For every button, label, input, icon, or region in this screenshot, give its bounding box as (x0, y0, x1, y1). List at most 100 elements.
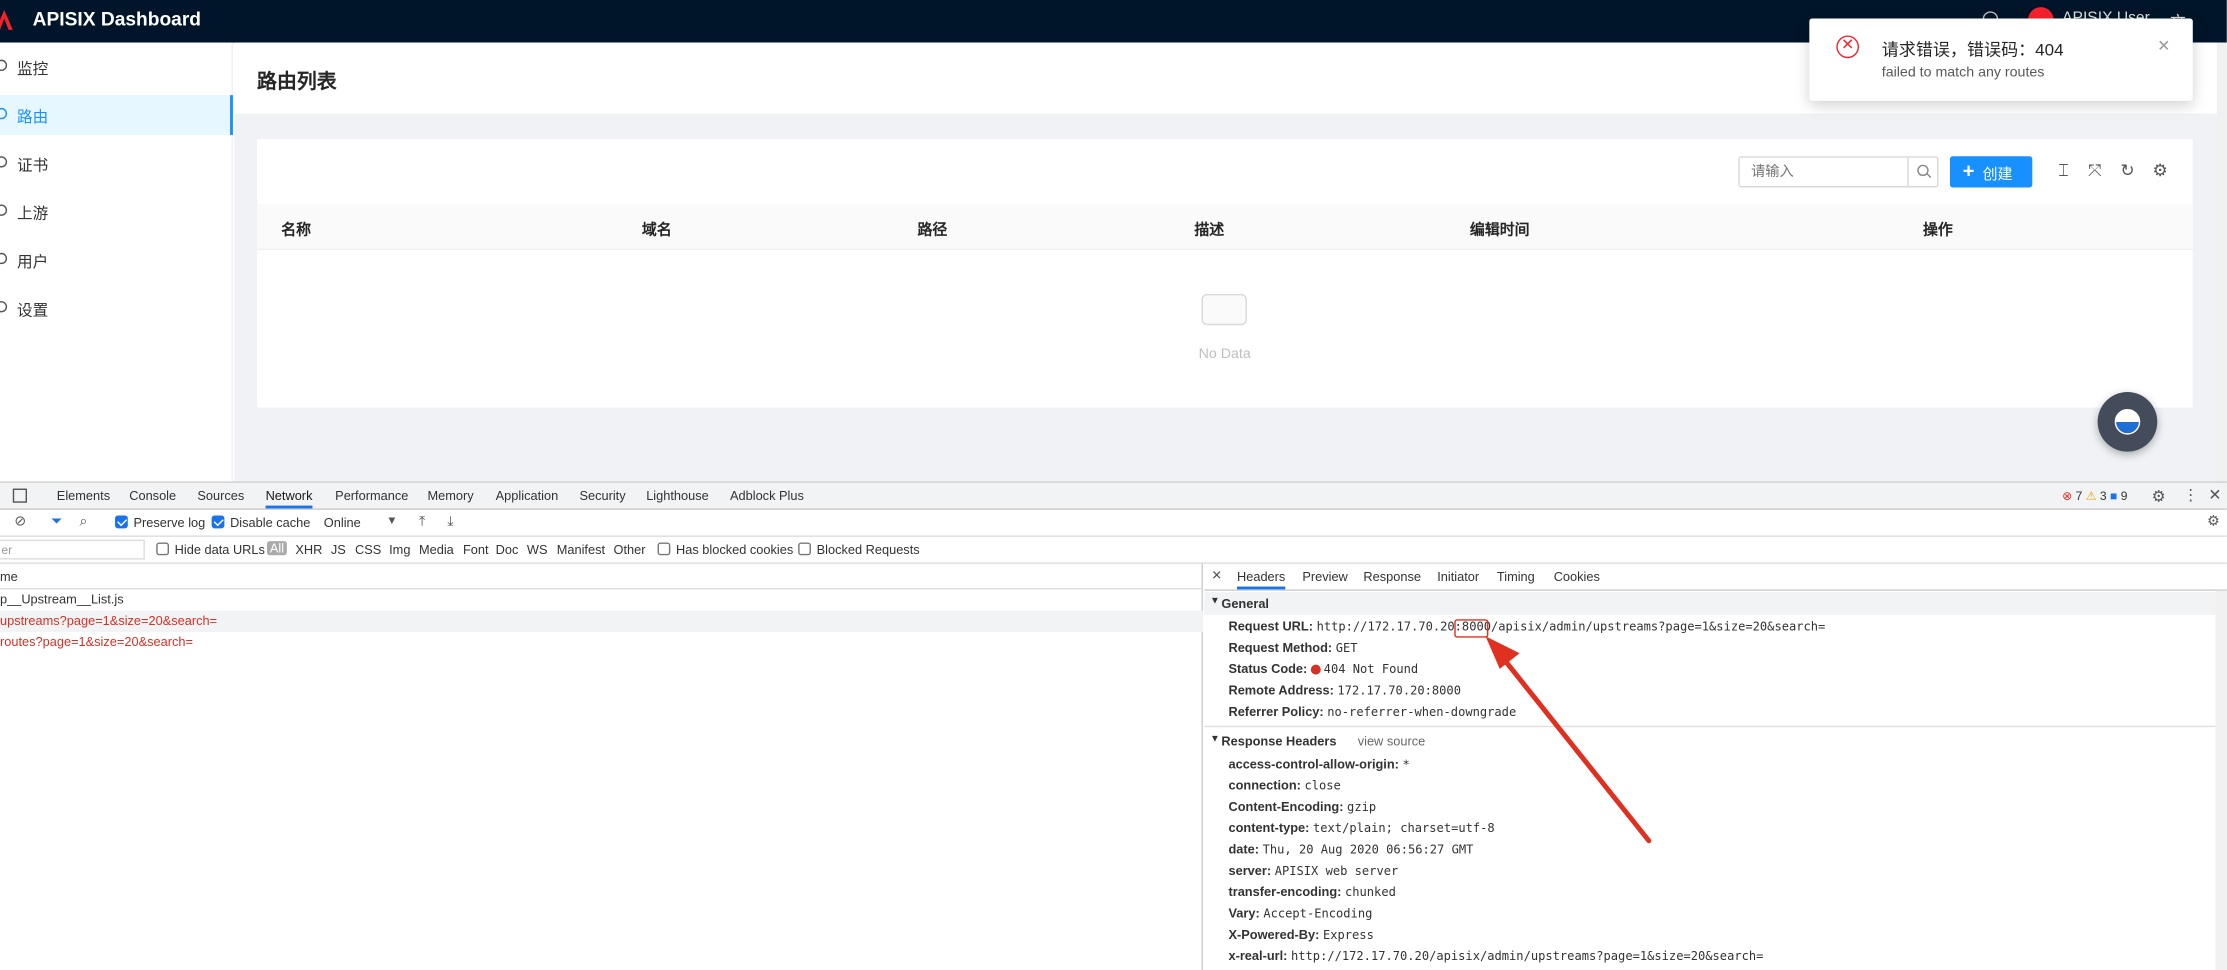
empty-inbox-icon (1201, 293, 1247, 326)
certificate-icon (0, 156, 8, 168)
more-options-icon[interactable]: ⋮ (2183, 486, 2199, 504)
export-har-icon[interactable]: ⤓ (447, 514, 453, 530)
network-settings-icon[interactable]: ⚙ (2207, 514, 2220, 530)
devtools-panel: Elements Console Sources Network Perform… (0, 481, 2227, 970)
fullscreen-icon[interactable]: ⤧ (2086, 162, 2103, 179)
hide-data-urls-label: Hide data URLs (174, 542, 265, 557)
message-icon: ■ (2110, 488, 2118, 503)
sidebar: 监控 路由 证书 上游 用户 设置 (0, 42, 233, 483)
filter-type-ws[interactable]: WS (527, 543, 548, 557)
filter-input[interactable]: er (0, 539, 145, 560)
table-header: 名称 域名 路径 描述 编辑时间 操作 (257, 204, 2193, 250)
search-icon[interactable]: ⌕ (80, 514, 88, 530)
screenshot-stage: APISIX Dashboard APISIX User 文 监控 路由 证书 … (0, 0, 2227, 970)
page-scrollbar[interactable] (2216, 42, 2227, 482)
filter-type-img[interactable]: Img (389, 543, 410, 557)
issue-counts[interactable]: ⊗ 7 ⚠ 3 ■ 9 (2062, 489, 2127, 505)
create-button-label: 创建 (1982, 166, 2013, 184)
notification-description: failed to match any routes (1881, 65, 2045, 81)
column-height-icon[interactable]: ⌶ (2055, 162, 2072, 179)
disable-cache-checkbox[interactable] (211, 515, 225, 529)
filter-type-other[interactable]: Other (614, 543, 646, 557)
search-input[interactable] (1739, 157, 1909, 187)
column-header-description: 描述 (1194, 221, 1225, 239)
plus-icon: + (1962, 159, 1975, 182)
settings-icon (0, 301, 8, 313)
clear-icon[interactable]: ⊘ (14, 514, 26, 530)
setting-icon[interactable]: ⚙ (2152, 162, 2169, 179)
tab-elements[interactable]: Elements (57, 489, 110, 503)
sidebar-item-upstream[interactable]: 上游 (0, 192, 233, 232)
error-icon: ⊗ (2062, 488, 2073, 503)
sidebar-item-certificate[interactable]: 证书 (0, 143, 233, 183)
filter-type-manifest[interactable]: Manifest (557, 543, 605, 557)
filter-type-all[interactable]: All (266, 541, 287, 556)
error-count: 7 (2075, 488, 2083, 503)
error-notification: ✕ 请求错误，错误码：404 failed to match any route… (1809, 18, 2193, 101)
request-details: ✕ Headers Preview Response Initiator Tim… (1204, 564, 2227, 970)
table-row[interactable]: upstreams?page=1&size=20&search= (0, 610, 1203, 632)
tab-security[interactable]: Security (579, 489, 625, 503)
reload-icon[interactable]: ↻ (2119, 162, 2136, 179)
sidebar-item-settings[interactable]: 设置 (0, 288, 233, 328)
throttle-select[interactable]: Online (324, 516, 361, 530)
network-toolbar: ⊘ ⏷ ⌕ Preserve log Disable cache Online … (0, 510, 2227, 537)
preserve-log-checkbox[interactable] (115, 515, 128, 529)
tab-performance[interactable]: Performance (335, 489, 408, 503)
preserve-log-label: Preserve log (133, 515, 206, 530)
device-toggle-icon[interactable] (12, 488, 27, 503)
filter-type-css[interactable]: CSS (355, 543, 381, 557)
tab-sources[interactable]: Sources (197, 489, 244, 503)
filter-type-media[interactable]: Media (419, 543, 454, 557)
message-count: 9 (2120, 488, 2128, 503)
floating-action-button[interactable] (2097, 391, 2158, 452)
route-icon (0, 107, 8, 120)
filter-type-xhr[interactable]: XHR (295, 543, 322, 557)
tab-network[interactable]: Network (265, 489, 313, 509)
has-blocked-cookies-checkbox[interactable] (657, 542, 671, 556)
search-icon[interactable] (1907, 157, 1937, 187)
sidebar-item-label: 路由 (17, 109, 49, 127)
filter-bar: er Hide data URLs All XHR JS CSS Img Med… (0, 537, 2227, 564)
column-header-path: 路径 (917, 221, 948, 239)
sidebar-item-label: 监控 (17, 61, 49, 79)
apisix-logo-icon (0, 9, 13, 30)
filter-type-font[interactable]: Font (463, 543, 489, 557)
close-devtools-icon[interactable]: ✕ (2208, 486, 2221, 504)
request-name: routes?page=1&size=20&search= (0, 634, 193, 650)
request-list-header: me (0, 564, 1203, 590)
table-row[interactable]: routes?page=1&size=20&search= (0, 632, 1203, 653)
warning-count: 3 (2099, 488, 2107, 503)
column-header-host: 域名 (641, 221, 672, 239)
blocked-requests-checkbox[interactable] (798, 542, 811, 556)
sidebar-item-route[interactable]: 路由 (0, 95, 233, 135)
tab-memory[interactable]: Memory (427, 489, 473, 503)
create-button[interactable]: + 创建 (1949, 156, 2033, 188)
close-icon[interactable]: ✕ (2157, 37, 2170, 55)
tab-application[interactable]: Application (496, 489, 559, 503)
has-blocked-cookies-label: Has blocked cookies (676, 542, 794, 557)
filter-icon[interactable]: ⏷ (51, 514, 62, 530)
sidebar-item-user[interactable]: 用户 (0, 240, 233, 280)
column-header-edit-time: 编辑时间 (1469, 221, 1530, 239)
tab-console[interactable]: Console (129, 489, 176, 503)
name-column-header[interactable]: me (0, 570, 18, 584)
hide-data-urls-checkbox[interactable] (156, 542, 170, 556)
import-har-icon[interactable]: ⤒ (419, 514, 425, 530)
table-row[interactable]: p__Upstream__List.js (0, 589, 1203, 610)
devtools-settings-icon[interactable]: ⚙ (2152, 487, 2166, 506)
filter-type-doc[interactable]: Doc (496, 543, 519, 557)
page-title: 路由列表 (257, 69, 337, 93)
column-header-name: 名称 (281, 221, 312, 239)
filter-type-js[interactable]: JS (331, 543, 346, 557)
user-icon (0, 252, 8, 265)
disable-cache-label: Disable cache (230, 515, 311, 530)
tab-adblock-plus[interactable]: Adblock Plus (730, 489, 804, 503)
notification-title: 请求错误，错误码：404 (1881, 39, 2064, 60)
tab-lighthouse[interactable]: Lighthouse (646, 489, 709, 503)
search-box (1738, 156, 1939, 188)
floating-logo-icon (2114, 409, 2141, 435)
app-title: APISIX Dashboard (32, 8, 202, 30)
devtools-tab-bar: Elements Console Sources Network Perform… (0, 482, 2227, 510)
sidebar-item-monitor[interactable]: 监控 (0, 47, 233, 87)
